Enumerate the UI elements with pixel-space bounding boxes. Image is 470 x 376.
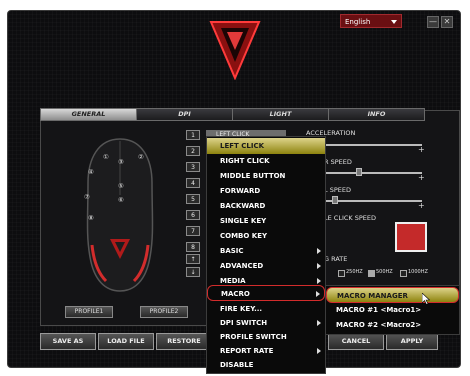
menu-item-label: PROFILE SWITCH <box>220 333 287 341</box>
plus-icon[interactable]: + <box>418 145 425 154</box>
language-select[interactable]: English <box>340 14 402 28</box>
tab-info[interactable]: INFO <box>328 108 425 121</box>
menu-item-label: BACKWARD <box>220 202 266 210</box>
mouse-label-7: ⑦ <box>84 193 90 201</box>
mouse-label-5: ⑤ <box>118 182 124 190</box>
menu-item-backward[interactable]: BACKWARD <box>207 198 325 214</box>
submenu-item-label: MACRO #2 <Macro2> <box>336 321 422 329</box>
menu-item-label: FIRE KEY... <box>220 305 263 313</box>
chevron-right-icon <box>317 348 321 354</box>
pointer-speed-knob[interactable] <box>356 168 362 176</box>
chevron-right-icon <box>317 248 321 254</box>
apply-button[interactable]: APPLY <box>386 333 438 350</box>
load-file-button[interactable]: LOAD FILE <box>98 333 154 350</box>
button-number-1[interactable]: 1 <box>186 130 200 140</box>
menu-item-label: DISABLE <box>220 361 254 369</box>
menu-item-label: LEFT CLICK <box>220 142 264 150</box>
report-radio-1000[interactable] <box>400 270 407 277</box>
chevron-right-icon <box>317 263 321 269</box>
submenu-item-label: MACRO MANAGER <box>337 292 408 300</box>
menu-item-advanced[interactable]: ADVANCED <box>207 258 325 274</box>
report-option-250: 250HZ <box>346 269 363 275</box>
brand-logo <box>209 21 261 80</box>
button-number-4[interactable]: 4 <box>186 178 200 188</box>
button-number-5[interactable]: 5 <box>186 194 200 204</box>
submenu-item-label: MACRO #1 <Macro1> <box>336 306 422 314</box>
report-option-1000: 1000HZ <box>408 269 428 275</box>
cursor-icon <box>422 293 430 305</box>
assignment-context-menu: LEFT CLICK RIGHT CLICK MIDDLE BUTTON FOR… <box>206 136 326 374</box>
scroll-speed-knob[interactable] <box>332 196 338 204</box>
scroll-down-button[interactable]: ↓ <box>186 267 200 277</box>
pointer-speed-slider[interactable] <box>312 172 422 174</box>
report-option-500: 500HZ <box>376 269 393 275</box>
menu-item-macro[interactable]: MACRO <box>207 285 325 301</box>
profile2-button[interactable]: PROFILE2 <box>140 306 188 318</box>
report-radio-250[interactable] <box>338 270 345 277</box>
tab-general[interactable]: GENERAL <box>40 108 137 121</box>
mouse-label-2: ② <box>138 153 144 161</box>
macro-submenu: MACRO MANAGER MACRO #1 <Macro1> MACRO #2… <box>325 285 460 335</box>
close-icon[interactable]: ✕ <box>441 16 453 28</box>
menu-item-disable[interactable]: DISABLE <box>207 357 325 373</box>
menu-item-label: BASIC <box>220 247 244 255</box>
menu-item-label: RIGHT CLICK <box>220 157 270 165</box>
mouse-label-8: ⑧ <box>88 214 94 222</box>
mouse-label-4: ④ <box>88 168 94 176</box>
menu-item-label: SINGLE KEY <box>220 217 267 225</box>
submenu-item-macro-2[interactable]: MACRO #2 <Macro2> <box>326 317 459 333</box>
report-rate-label: G RATE <box>324 255 348 263</box>
minimize-icon[interactable]: — <box>427 16 439 28</box>
plus-icon[interactable]: + <box>418 201 425 210</box>
menu-item-middle-button[interactable]: MIDDLE BUTTON <box>207 168 325 184</box>
chevron-right-icon <box>317 278 321 284</box>
menu-item-label: MACRO <box>221 290 250 298</box>
button-number-8[interactable]: 8 <box>186 242 200 252</box>
acceleration-slider[interactable] <box>312 144 422 146</box>
submenu-item-macro-manager[interactable]: MACRO MANAGER <box>326 287 459 303</box>
mouse-label-1: ① <box>103 153 109 161</box>
menu-item-combo-key[interactable]: COMBO KEY <box>207 228 325 244</box>
scroll-up-button[interactable]: ↑ <box>186 254 200 264</box>
menu-item-left-click[interactable]: LEFT CLICK <box>207 138 325 154</box>
menu-item-right-click[interactable]: RIGHT CLICK <box>207 153 325 169</box>
button-number-7[interactable]: 7 <box>186 226 200 236</box>
menu-item-label: MEDIA <box>220 277 246 285</box>
menu-item-label: FORWARD <box>220 187 261 195</box>
menu-item-basic[interactable]: BASIC <box>207 243 325 259</box>
chevron-right-icon <box>316 291 320 297</box>
chevron-right-icon <box>317 320 321 326</box>
menu-item-label: COMBO KEY <box>220 232 268 240</box>
menu-item-forward[interactable]: FORWARD <box>207 183 325 199</box>
tab-dpi[interactable]: DPI <box>136 108 233 121</box>
cancel-button[interactable]: CANCEL <box>328 333 384 350</box>
mouse-label-3: ③ <box>118 158 124 166</box>
save-as-button[interactable]: SAVE AS <box>40 333 96 350</box>
restore-button[interactable]: RESTORE <box>156 333 212 350</box>
language-value: English <box>345 18 371 26</box>
chevron-down-icon <box>391 20 397 24</box>
scroll-speed-slider[interactable] <box>312 200 422 202</box>
tab-light[interactable]: LIGHT <box>232 108 329 121</box>
button-number-2[interactable]: 2 <box>186 146 200 156</box>
menu-item-single-key[interactable]: SINGLE KEY <box>207 213 325 229</box>
plus-icon[interactable]: + <box>418 173 425 182</box>
double-click-label: LE CLICK SPEED <box>324 214 377 222</box>
report-radio-500[interactable] <box>368 270 375 277</box>
submenu-item-macro-1[interactable]: MACRO #1 <Macro1> <box>326 302 459 318</box>
menu-item-label: MIDDLE BUTTON <box>220 172 286 180</box>
menu-item-label: ADVANCED <box>220 262 264 270</box>
profile1-button[interactable]: PROFILE1 <box>65 306 113 318</box>
double-click-test-area[interactable] <box>395 222 427 252</box>
button-number-3[interactable]: 3 <box>186 162 200 172</box>
menu-item-label: REPORT RATE <box>220 347 274 355</box>
button-number-6[interactable]: 6 <box>186 210 200 220</box>
menu-item-label: DPI SWITCH <box>220 319 268 327</box>
scroll-speed-label: L SPEED <box>324 186 351 194</box>
pointer-speed-label: R SPEED <box>324 158 352 166</box>
mouse-label-6: ⑥ <box>118 196 124 204</box>
